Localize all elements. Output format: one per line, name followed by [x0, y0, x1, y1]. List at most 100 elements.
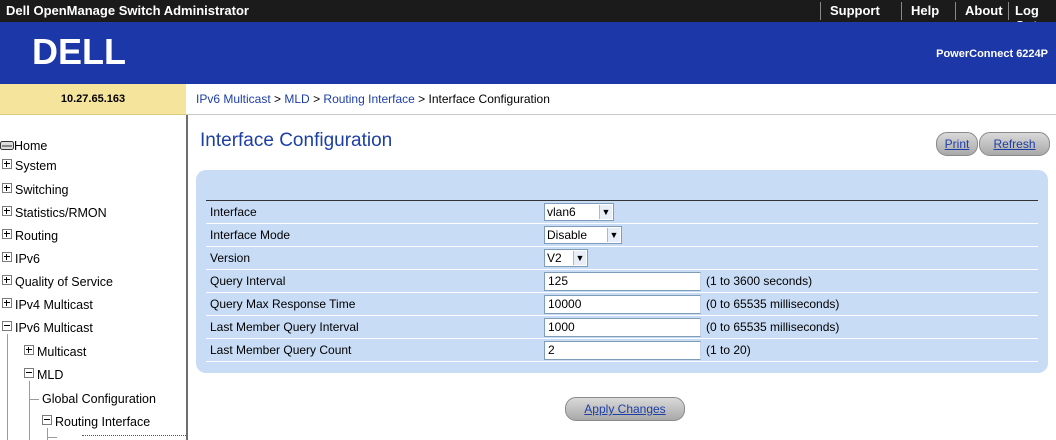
- about-link[interactable]: About: [965, 3, 1003, 18]
- tree-line: [47, 428, 48, 440]
- collapse-icon[interactable]: [42, 415, 52, 425]
- sidebar-item-selected[interactable]: [82, 435, 186, 440]
- print-button[interactable]: Print: [936, 132, 978, 156]
- sidebar-item-routing-interface[interactable]: Routing Interface: [42, 415, 150, 429]
- top-bar: Dell OpenManage Switch Administrator Sup…: [0, 0, 1056, 33]
- sidebar-item-label: IPv4 Multicast: [15, 298, 93, 312]
- sidebar-item-label: Routing Interface: [55, 415, 151, 429]
- chevron-down-icon[interactable]: ▼: [573, 251, 586, 265]
- form-row-query-max-response-time: Query Max Response Time 10000 (0 to 6553…: [206, 293, 1038, 316]
- sidebar-item-label: Switching: [15, 183, 69, 197]
- breadcrumb: IPv6 Multicast > MLD > Routing Interface…: [186, 84, 1056, 115]
- sidebar-item-home[interactable]: Home: [0, 139, 47, 153]
- page-title: Interface Configuration: [200, 130, 393, 151]
- top-separator: [820, 2, 821, 20]
- sidebar-item-label: Global Configuration: [42, 392, 156, 406]
- field-label: Query Interval: [210, 274, 286, 288]
- breadcrumb-routing-interface[interactable]: Routing Interface: [323, 92, 414, 106]
- field-label: Version: [210, 251, 251, 265]
- breadcrumb-separator: >: [270, 92, 285, 106]
- expand-icon[interactable]: [2, 298, 12, 308]
- app-title: Dell OpenManage Switch Administrator: [6, 3, 249, 18]
- sidebar-item-label: IPv6 Multicast: [15, 321, 93, 335]
- expand-icon[interactable]: [2, 159, 12, 169]
- range-hint: (0 to 65535 milliseconds): [706, 320, 840, 334]
- last-member-query-interval-input[interactable]: 1000: [544, 318, 701, 337]
- sidebar-item-quality-of-service[interactable]: Quality of Service: [2, 275, 113, 289]
- sidebar-item-ipv6[interactable]: IPv6: [2, 252, 40, 266]
- sidebar-item-label: System: [15, 159, 57, 173]
- field-label: Interface Mode: [210, 228, 291, 242]
- expand-icon[interactable]: [2, 183, 12, 193]
- breadcrumb-mld[interactable]: MLD: [284, 92, 309, 106]
- expand-icon[interactable]: [2, 229, 12, 239]
- range-hint: (1 to 3600 seconds): [706, 274, 813, 288]
- form-row-interface-mode: Interface Mode Disable ▼: [206, 224, 1038, 247]
- range-hint: (0 to 65535 milliseconds): [706, 297, 840, 311]
- sidebar-item-global-configuration[interactable]: Global Configuration: [42, 392, 156, 406]
- select-value: V2: [547, 251, 562, 265]
- tree-line: [7, 334, 8, 440]
- query-max-response-time-input[interactable]: 10000: [544, 295, 701, 314]
- breadcrumb-separator: >: [414, 92, 429, 106]
- form-row-query-interval: Query Interval 125 (1 to 3600 seconds): [206, 270, 1038, 293]
- chevron-down-icon[interactable]: ▼: [607, 228, 620, 242]
- sidebar-item-label: IPv6: [15, 252, 41, 266]
- dell-logo: DELL: [32, 32, 126, 72]
- sidebar-item-multicast[interactable]: Multicast: [24, 345, 86, 359]
- field-label: Last Member Query Count: [210, 343, 352, 357]
- sidebar-item-label: Multicast: [37, 345, 87, 359]
- sidebar-item-label: Statistics/RMON: [15, 206, 107, 220]
- expand-icon[interactable]: [2, 252, 12, 262]
- breadcrumb-ipv6-multicast[interactable]: IPv6 Multicast: [196, 92, 271, 106]
- sidebar-item-routing[interactable]: Routing: [2, 229, 58, 243]
- form-row-last-member-query-count: Last Member Query Count 2 (1 to 20): [206, 339, 1038, 362]
- interface-select[interactable]: vlan6 ▼: [544, 203, 614, 221]
- range-hint: (1 to 20): [706, 343, 751, 357]
- sidebar-item-ipv6-multicast[interactable]: IPv6 Multicast: [2, 321, 93, 335]
- sidebar-item-statistics-rmon[interactable]: Statistics/RMON: [2, 206, 107, 220]
- interface-mode-select[interactable]: Disable ▼: [544, 226, 622, 244]
- collapse-icon[interactable]: [2, 321, 12, 331]
- sidebar-item-system[interactable]: System: [2, 159, 57, 173]
- device-ip: 10.27.65.163: [0, 84, 186, 115]
- field-label: Last Member Query Interval: [210, 320, 359, 334]
- drive-icon: [0, 141, 14, 150]
- last-member-query-count-input[interactable]: 2: [544, 341, 701, 360]
- sidebar-item-label: Home: [14, 139, 48, 153]
- expand-icon[interactable]: [2, 206, 12, 216]
- field-label: Interface: [210, 205, 257, 219]
- tree-line: [29, 381, 30, 440]
- header-banner: DELL PowerConnect 6224P: [0, 22, 1056, 84]
- breadcrumb-current: Interface Configuration: [428, 92, 550, 106]
- help-link[interactable]: Help: [911, 3, 939, 18]
- form-row-last-member-query-interval: Last Member Query Interval 1000 (0 to 65…: [206, 316, 1038, 339]
- top-separator: [955, 2, 956, 20]
- sidebar-item-switching[interactable]: Switching: [2, 183, 69, 197]
- query-interval-input[interactable]: 125: [544, 272, 701, 291]
- sidebar-item-label: MLD: [37, 368, 64, 382]
- dell-logo-text: DELL: [32, 32, 126, 72]
- form-row-version: Version V2 ▼: [206, 247, 1038, 270]
- select-value: Disable: [547, 228, 588, 242]
- breadcrumb-separator: >: [309, 92, 324, 106]
- top-separator: [901, 2, 902, 20]
- expand-icon[interactable]: [2, 275, 12, 285]
- refresh-button[interactable]: Refresh: [979, 132, 1050, 156]
- tree-line: [47, 437, 57, 438]
- apply-changes-button[interactable]: Apply Changes: [565, 397, 685, 421]
- support-link[interactable]: Support: [830, 3, 880, 18]
- select-value: vlan6: [547, 205, 576, 219]
- sidebar-item-mld[interactable]: MLD: [24, 368, 63, 382]
- chevron-down-icon[interactable]: ▼: [599, 205, 612, 219]
- tree-line: [29, 399, 39, 400]
- expand-icon[interactable]: [24, 345, 34, 355]
- sidebar-nav: Home System Switching Statistics/RMON Ro…: [0, 115, 188, 440]
- sidebar-item-ipv4-multicast[interactable]: IPv4 Multicast: [2, 298, 93, 312]
- form-row-interface: Interface vlan6 ▼: [206, 201, 1038, 224]
- sidebar-item-label: Quality of Service: [15, 275, 113, 289]
- collapse-icon[interactable]: [24, 368, 34, 378]
- product-name: PowerConnect 6224P: [936, 48, 1048, 60]
- top-separator: [1008, 2, 1009, 20]
- version-select[interactable]: V2 ▼: [544, 249, 588, 267]
